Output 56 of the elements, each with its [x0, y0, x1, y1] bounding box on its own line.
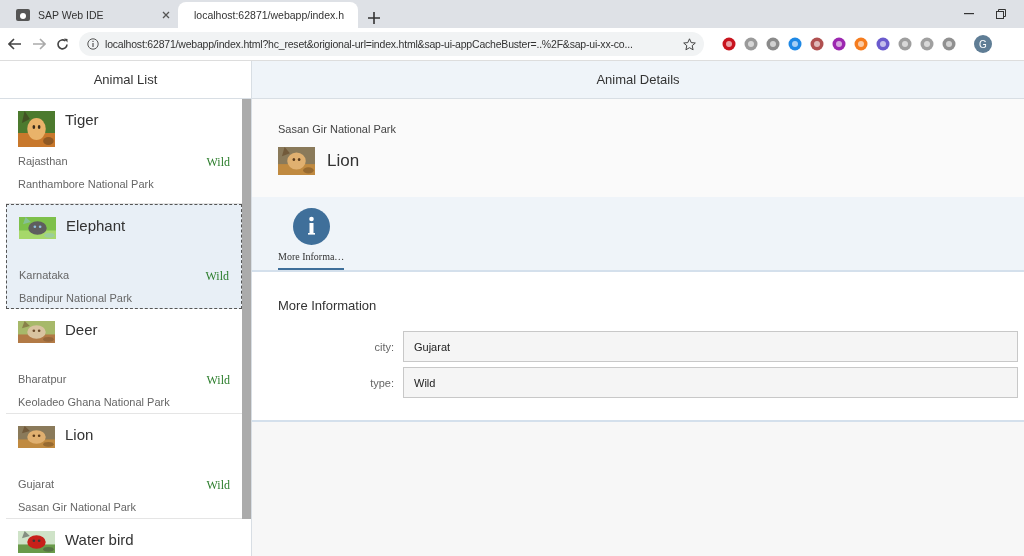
panel-title: Animal Details: [252, 61, 1024, 99]
profile-avatar[interactable]: G: [974, 35, 992, 53]
extension-icon[interactable]: [832, 37, 846, 51]
item-city: Rajasthan: [18, 155, 68, 169]
section-title: More Information: [278, 298, 378, 313]
extension-icon[interactable]: [722, 37, 736, 51]
extension-icon[interactable]: [788, 37, 802, 51]
star-icon[interactable]: [683, 37, 696, 51]
item-park: Sasan Gir National Park: [18, 501, 136, 513]
extension-icon[interactable]: [942, 37, 956, 51]
item-status: Wild: [206, 155, 230, 170]
item-park: Ranthambore National Park: [18, 178, 154, 190]
list-item[interactable]: Elephant Karnataka Wild Bandipur National Park: [6, 204, 242, 309]
extension-icon[interactable]: [898, 37, 912, 51]
extension-icon[interactable]: [766, 37, 780, 51]
object-title: Lion: [327, 151, 360, 171]
icon-tab[interactable]: More Informa…: [278, 207, 345, 270]
browser-tab[interactable]: localhost:62871/webapp/index.h: [178, 2, 358, 28]
item-title: Lion: [65, 426, 94, 443]
item-city: Karnataka: [19, 269, 70, 283]
extension-icon[interactable]: [876, 37, 890, 51]
item-title: Water bird: [65, 531, 134, 548]
reload-icon[interactable]: [56, 37, 69, 51]
item-status: Wild: [205, 269, 229, 284]
address-bar[interactable]: localhost:62871/webapp/index.html?hc_reset&origional-url=index.html&sap-ui-appCacheBuster=..%2F&sap-ui-xx-co...: [79, 32, 704, 56]
list-item[interactable]: Water bird: [6, 519, 242, 556]
extension-icon[interactable]: [810, 37, 824, 51]
item-title: Deer: [65, 321, 98, 338]
object-subtitle: Sasan Gir National Park: [278, 123, 397, 135]
item-park: Keoladeo Ghana National Park: [18, 396, 170, 408]
item-park: Bandipur National Park: [19, 292, 133, 304]
info-icon: [87, 38, 99, 50]
item-status: Wild: [206, 478, 230, 493]
url-text: localhost:62871/webapp/index.html?hc_reset&origional-url=index.html&sap-ui-appCacheBuster=..%2F&sap-ui-xx-co...: [105, 38, 633, 50]
item-city: Bharatpur: [18, 373, 67, 387]
item-status: Wild: [206, 373, 230, 388]
item-title: Tiger: [65, 111, 99, 128]
new-tab-icon[interactable]: [368, 12, 380, 24]
input-field[interactable]: Gujarat: [403, 331, 1018, 362]
minimize-icon[interactable]: [964, 13, 974, 15]
scrollbar-thumb[interactable]: [242, 99, 251, 519]
browser-tab[interactable]: SAP Web IDE: [8, 2, 178, 28]
list-item[interactable]: Deer Bharatpur Wild Keoladeo Ghana National Park: [6, 309, 242, 414]
extension-icon[interactable]: [920, 37, 934, 51]
extension-icon[interactable]: [854, 37, 868, 51]
restore-icon[interactable]: [996, 9, 1006, 19]
input-field[interactable]: Wild: [403, 367, 1018, 398]
field-label: type:: [369, 376, 395, 389]
field-label: city:: [373, 340, 395, 353]
item-title: Elephant: [66, 217, 126, 234]
close-icon[interactable]: [162, 11, 170, 19]
list-item[interactable]: Lion Gujarat Wild Sasan Gir National Park: [6, 414, 242, 519]
info-icon: [292, 208, 330, 245]
item-city: Gujarat: [18, 478, 55, 492]
extension-icon[interactable]: [744, 37, 758, 51]
back-icon[interactable]: [8, 38, 22, 50]
